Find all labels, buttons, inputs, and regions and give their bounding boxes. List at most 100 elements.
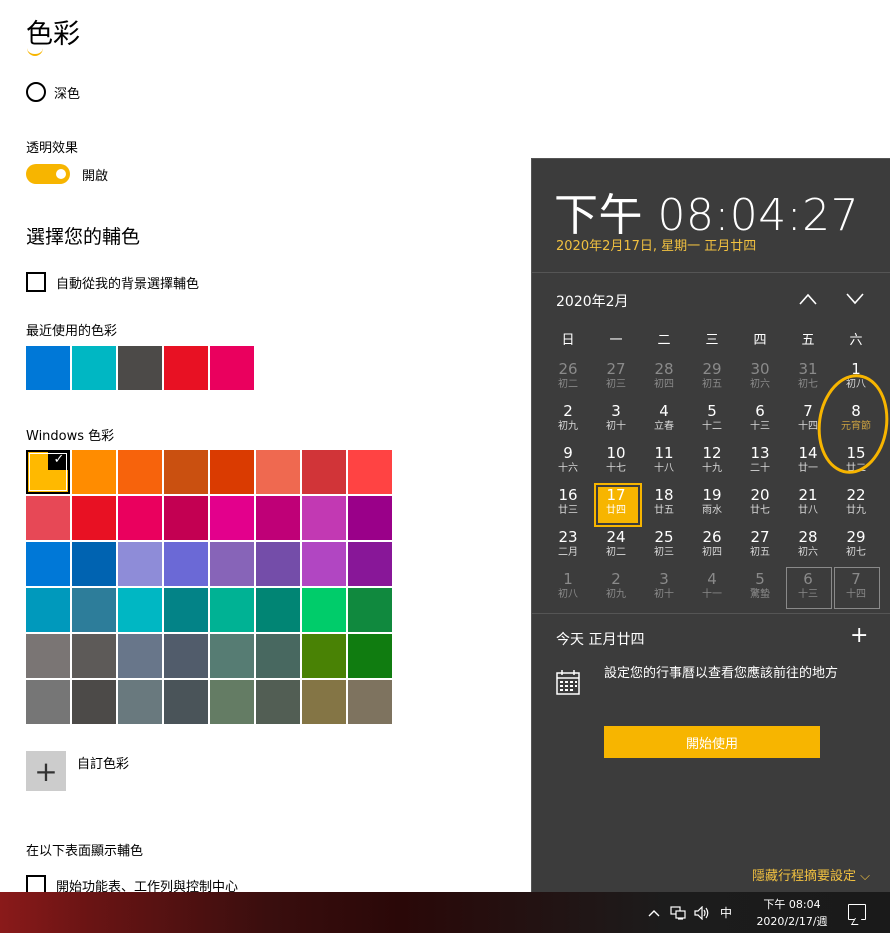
calendar-day[interactable]: 16 廿三 [544,483,592,525]
calendar-day[interactable]: 28 初六 [784,525,832,567]
auto-accent-option[interactable]: 自動從我的背景選擇輔色 [26,272,199,292]
calendar-day[interactable]: 7 十四 [832,567,880,609]
volume-icon[interactable] [692,892,712,933]
show-hidden-icons-button[interactable] [645,892,663,933]
color-swatch[interactable] [256,496,300,540]
calendar-day[interactable]: 18 廿五 [640,483,688,525]
color-swatch[interactable] [210,588,254,632]
color-swatch[interactable] [26,680,70,724]
calendar-day-today[interactable]: 17 廿四 [592,483,642,527]
color-swatch[interactable] [164,496,208,540]
calendar-day[interactable]: 30 初六 [736,357,784,399]
color-swatch[interactable] [164,634,208,678]
calendar-day[interactable]: 5 十二 [688,399,736,441]
calendar-day[interactable]: 24 初二 [592,525,640,567]
color-swatch[interactable] [256,634,300,678]
recent-color-swatch[interactable] [26,346,70,390]
color-swatch[interactable] [256,542,300,586]
calendar-day[interactable]: 29 初五 [688,357,736,399]
color-swatch[interactable] [164,542,208,586]
calendar-day[interactable]: 6 十三 [736,399,784,441]
calendar-day[interactable]: 9 十六 [544,441,592,483]
color-swatch[interactable] [118,680,162,724]
calendar-day[interactable]: 23 二月 [544,525,592,567]
calendar-day[interactable]: 10 十七 [592,441,640,483]
color-swatch[interactable] [72,450,116,494]
color-swatch[interactable] [72,588,116,632]
color-swatch[interactable] [348,588,392,632]
calendar-day[interactable]: 28 初四 [640,357,688,399]
calendar-day[interactable]: 6 十三 [784,567,832,609]
recent-color-swatch[interactable] [72,346,116,390]
color-swatch[interactable] [210,542,254,586]
recent-color-swatch[interactable] [210,346,254,390]
transparency-toggle[interactable] [26,164,70,184]
ime-indicator[interactable]: 中 [716,892,736,933]
radio-button[interactable] [26,82,46,102]
month-title[interactable]: 2020年2月 [556,291,629,311]
get-started-button[interactable]: 開始使用 [604,726,820,758]
color-swatch[interactable] [26,634,70,678]
taskbar-clock[interactable]: 下午 08:04 2020/2/17/週一 [752,896,832,933]
next-month-button[interactable] [843,287,867,311]
calendar-day[interactable]: 12 十九 [688,441,736,483]
calendar-day[interactable]: 31 初七 [784,357,832,399]
color-swatch[interactable] [210,450,254,494]
color-swatch[interactable] [256,680,300,724]
color-swatch[interactable] [164,450,208,494]
color-swatch[interactable] [302,450,346,494]
calendar-day[interactable]: 26 初四 [688,525,736,567]
calendar-day[interactable]: 2 初九 [544,399,592,441]
color-swatch[interactable] [348,542,392,586]
dark-mode-option[interactable]: 深色 [26,82,80,102]
prev-month-button[interactable] [796,287,820,311]
color-swatch[interactable] [302,542,346,586]
calendar-day[interactable]: 5 驚蟄 [736,567,784,609]
color-swatch[interactable]: ✓ [26,450,70,494]
custom-color-label[interactable]: 自訂色彩 [77,753,129,772]
color-swatch[interactable] [210,634,254,678]
calendar-day[interactable]: 3 初十 [592,399,640,441]
calendar-day[interactable]: 4 立春 [640,399,688,441]
color-swatch[interactable] [26,542,70,586]
calendar-day[interactable]: 26 初二 [544,357,592,399]
transparency-toggle-row[interactable]: 開啟 [26,164,108,184]
calendar-day[interactable]: 21 廿八 [784,483,832,525]
custom-color-button[interactable]: + [26,751,66,791]
color-swatch[interactable] [72,496,116,540]
color-swatch[interactable] [348,496,392,540]
network-icon[interactable] [668,892,688,933]
color-swatch[interactable] [348,680,392,724]
calendar-day[interactable]: 13 二十 [736,441,784,483]
color-swatch[interactable] [302,496,346,540]
calendar-day[interactable]: 27 初五 [736,525,784,567]
add-event-plus-icon[interactable]: + [850,625,868,647]
color-swatch[interactable] [256,450,300,494]
color-swatch[interactable] [72,634,116,678]
calendar-day[interactable]: 22 廿九 [832,483,880,525]
action-center-icon[interactable] [848,904,866,920]
color-swatch[interactable] [302,680,346,724]
calendar-day[interactable]: 4 十一 [688,567,736,609]
color-swatch[interactable] [72,680,116,724]
color-swatch[interactable] [118,588,162,632]
color-swatch[interactable] [348,634,392,678]
color-swatch[interactable] [302,588,346,632]
color-swatch[interactable] [302,634,346,678]
calendar-day[interactable]: 3 初十 [640,567,688,609]
calendar-day[interactable]: 20 廿七 [736,483,784,525]
auto-accent-checkbox[interactable] [26,272,46,292]
color-swatch[interactable] [164,680,208,724]
color-swatch[interactable] [118,634,162,678]
calendar-day[interactable]: 1 初八 [544,567,592,609]
color-swatch[interactable] [26,496,70,540]
full-date[interactable]: 2020年2月17日, 星期一 正月廿四 [556,235,756,254]
color-swatch[interactable] [118,542,162,586]
hide-agenda-link[interactable]: 隱藏行程摘要設定 ⌵ [752,865,870,884]
color-swatch[interactable] [348,450,392,494]
recent-color-swatch[interactable] [164,346,208,390]
calendar-day[interactable]: 27 初三 [592,357,640,399]
calendar-day[interactable]: 19 雨水 [688,483,736,525]
color-swatch[interactable] [210,680,254,724]
calendar-day[interactable]: 2 初九 [592,567,640,609]
